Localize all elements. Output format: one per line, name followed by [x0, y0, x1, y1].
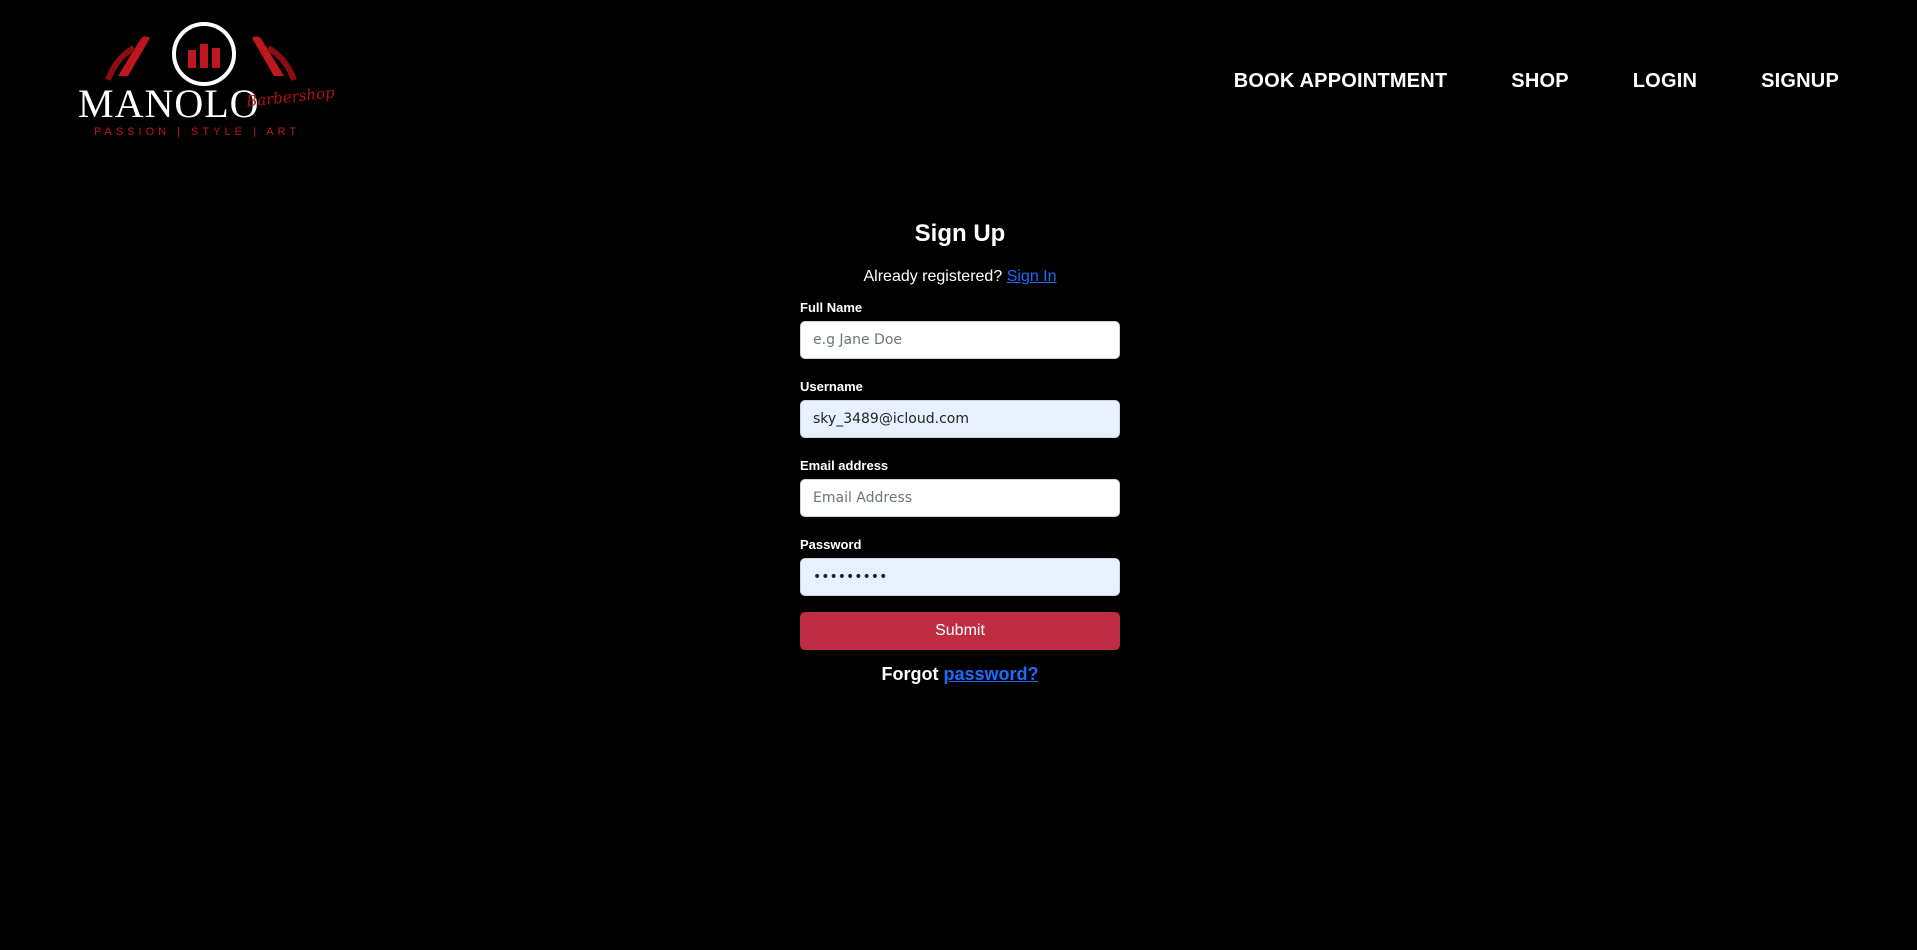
brand-logo[interactable]: MANOLO Barbershop PASSION | STYLE | ART	[78, 18, 335, 140]
main-nav: BOOK APPOINTMENT SHOP LOGIN SIGNUP	[1234, 70, 1839, 93]
page: MANOLO Barbershop PASSION | STYLE | ART …	[0, 0, 1917, 950]
forgot-password: Forgot password?	[800, 664, 1120, 685]
email-input[interactable]: Email Address	[800, 479, 1120, 517]
full-name-input[interactable]: e.g Jane Doe	[800, 321, 1120, 359]
nav-book-appointment[interactable]: BOOK APPOINTMENT	[1234, 70, 1448, 93]
form-title: Sign Up	[914, 220, 1006, 247]
nav-shop[interactable]: SHOP	[1511, 70, 1568, 93]
forgot-password-link[interactable]: password?	[943, 664, 1038, 684]
already-registered-text: Already registered?	[863, 268, 1003, 285]
submit-button[interactable]: Submit	[800, 612, 1120, 650]
full-name-placeholder: e.g Jane Doe	[813, 332, 903, 348]
brand-wordmark: MANOLO	[78, 81, 260, 126]
username-label: Username	[800, 379, 863, 394]
password-label: Password	[800, 537, 862, 552]
password-input[interactable]: •••••••••	[800, 558, 1120, 596]
forgot-text: Forgot	[881, 664, 939, 684]
username-input[interactable]: sky_3489@icloud.com	[800, 400, 1120, 438]
nav-signup[interactable]: SIGNUP	[1761, 70, 1839, 93]
email-label: Email address	[800, 458, 889, 473]
email-placeholder: Email Address	[813, 490, 913, 506]
nav-login[interactable]: LOGIN	[1633, 70, 1697, 93]
signup-form: Sign Up Already registered? Sign In Full…	[800, 220, 1120, 685]
full-name-label: Full Name	[800, 300, 863, 315]
sign-in-link[interactable]: Sign In	[1007, 268, 1057, 285]
brand-tagline: PASSION | STYLE | ART	[94, 126, 301, 138]
username-value: sky_3489@icloud.com	[813, 411, 969, 427]
password-value: •••••••••	[813, 569, 888, 585]
already-registered: Already registered? Sign In	[800, 268, 1120, 286]
